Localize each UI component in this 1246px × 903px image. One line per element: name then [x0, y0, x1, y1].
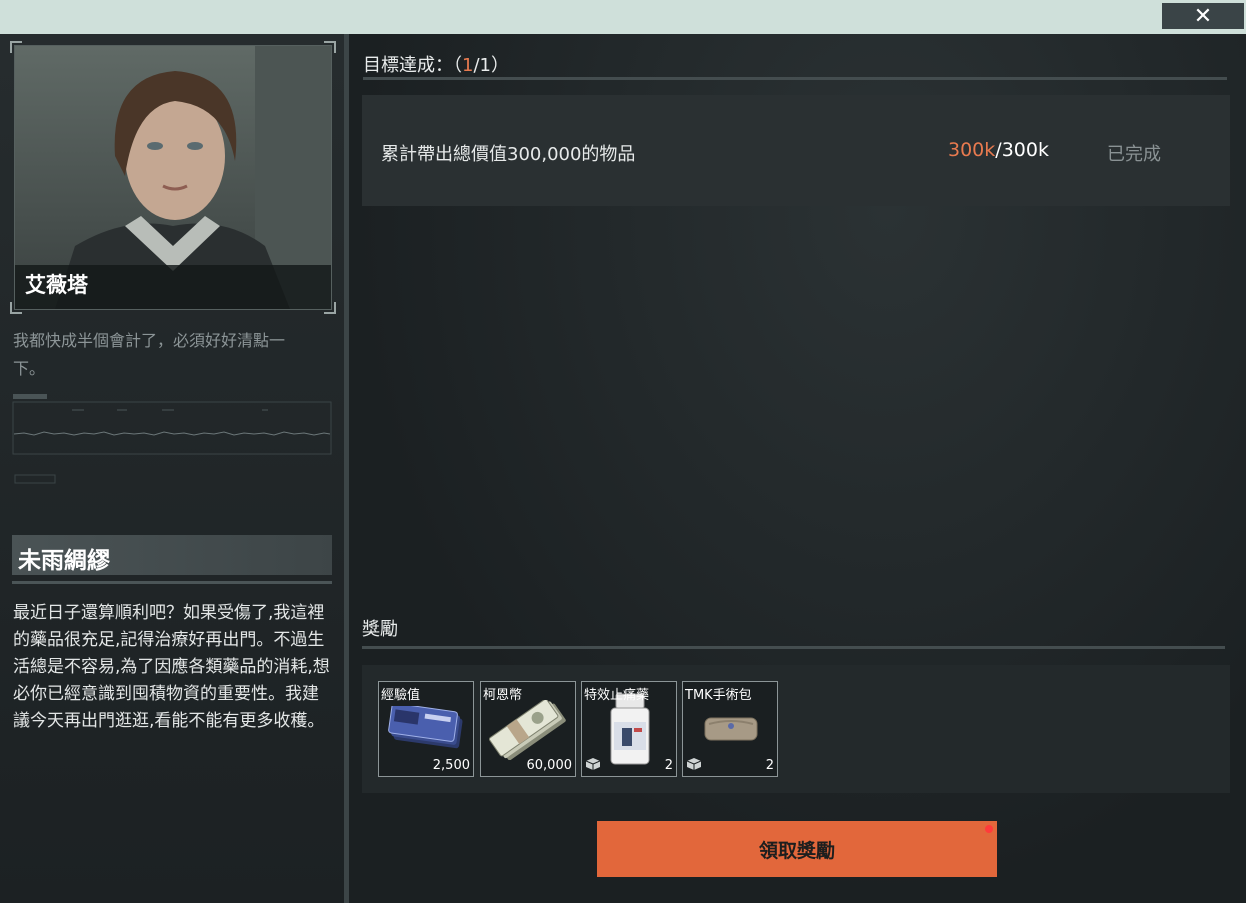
- claim-reward-button[interactable]: 領取獎勵: [597, 821, 997, 877]
- objective-status: 已完成: [1107, 144, 1161, 165]
- reward-item-count: 2: [664, 758, 673, 773]
- portrait-corner: [324, 41, 336, 53]
- objective-current: 300k: [948, 139, 996, 161]
- cash-stack-icon: [489, 700, 566, 760]
- objectives-close-paren: ）: [490, 55, 509, 76]
- top-bar: ✕: [0, 0, 1246, 34]
- objective-progress: 300k/300k: [948, 139, 1049, 161]
- objectives-total-count: 1: [479, 55, 491, 76]
- quest-description: 最近日子還算順利吧？如果受傷了,我這裡的藥品很充足,記得治療好再出門。不過生活總…: [13, 603, 330, 731]
- portrait-corner: [324, 302, 336, 314]
- cube-icon: [586, 758, 600, 770]
- trader-portrait: 艾薇塔: [14, 45, 332, 310]
- trader-name: 艾薇塔: [25, 273, 88, 297]
- close-button[interactable]: ✕: [1162, 3, 1244, 29]
- reward-item-count: 2: [765, 758, 774, 773]
- quest-title-underline: [12, 581, 332, 584]
- cube-icon: [687, 758, 701, 770]
- reward-item-surgical-kit[interactable]: TMK手術包 2: [682, 681, 778, 777]
- objectives-header: 目標達成：（1/1）: [363, 51, 509, 77]
- close-icon: ✕: [1193, 3, 1213, 29]
- portrait-name-bar: 艾薇塔: [15, 265, 331, 309]
- objectives-underline: [363, 77, 1227, 80]
- reward-item-count: 60,000: [526, 758, 573, 773]
- reward-item-count: 2,500: [432, 758, 470, 773]
- objective-row: 累計帶出總價值300,000的物品 300k/300k 已完成: [362, 95, 1230, 206]
- rewards-header: 獎勵: [362, 619, 398, 640]
- reward-item-label: 特效止痛藥: [584, 688, 650, 703]
- surgical-kit-icon: [704, 717, 758, 741]
- objectives-label: 目標達成：: [363, 55, 453, 76]
- trader-quote: 我都快成半個會計了，必須好好清點一下。: [13, 331, 286, 378]
- reward-item-cash[interactable]: 柯恩幣 60,000: [480, 681, 576, 777]
- notification-dot: [985, 825, 993, 833]
- pill-bottle-icon: [610, 693, 650, 765]
- objective-target: 300k: [1001, 139, 1049, 161]
- reward-item-label: TMK手術包: [685, 688, 752, 703]
- objectives-open-paren: （: [453, 55, 462, 76]
- rewards-box: 經驗值 2,500 柯恩幣 60,000 特效止痛藥 2 TMK手術包 2: [362, 665, 1230, 793]
- exp-cards-icon: [388, 706, 463, 749]
- quest-title: 未雨綢繆: [18, 548, 110, 574]
- quest-title-bar: 未雨綢繆: [12, 535, 332, 575]
- portrait-corner: [10, 302, 22, 314]
- reward-item-exp[interactable]: 經驗值 2,500: [378, 681, 474, 777]
- portrait-corner: [10, 41, 22, 53]
- decorative-waveform: [12, 394, 332, 484]
- reward-item-painkiller[interactable]: 特效止痛藥 2: [581, 681, 677, 777]
- objective-text: 累計帶出總價值300,000的物品: [381, 144, 636, 165]
- reward-item-label: 柯恩幣: [483, 688, 523, 703]
- claim-reward-label: 領取獎勵: [758, 839, 835, 862]
- reward-item-label: 經驗值: [381, 688, 421, 703]
- objectives-done-count: 1: [462, 55, 474, 76]
- rewards-underline: [362, 646, 1225, 649]
